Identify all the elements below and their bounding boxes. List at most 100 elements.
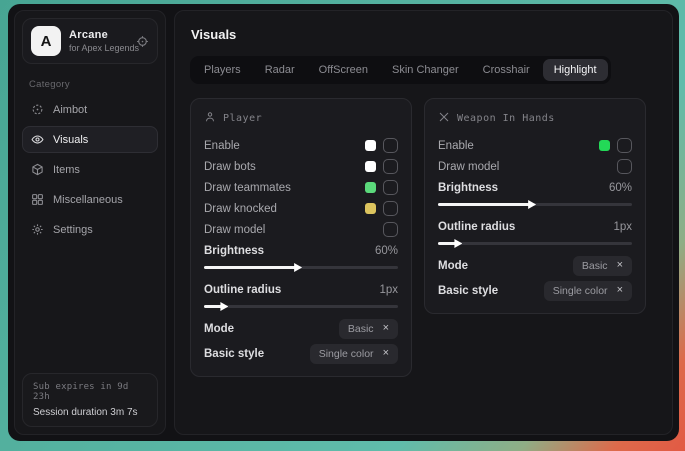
tab-players[interactable]: Players: [193, 59, 252, 81]
row-enable: Enable: [204, 135, 398, 156]
sidebar-item-label: Settings: [53, 224, 93, 236]
tag-single-color[interactable]: Single color×: [544, 281, 632, 301]
color-swatch[interactable]: [365, 203, 376, 214]
sidebar-item-settings[interactable]: Settings: [22, 216, 158, 243]
checkbox[interactable]: [383, 180, 398, 195]
checkbox[interactable]: [383, 222, 398, 237]
row-draw-model: Draw model: [204, 219, 398, 240]
setting-label: Draw bots: [204, 161, 256, 173]
remove-tag-icon[interactable]: ×: [617, 260, 623, 271]
row-brightness: Brightness 60%: [204, 240, 398, 261]
panel-player: Player Enable Draw bots Draw teammates Draw …: [190, 98, 412, 377]
color-swatch[interactable]: [365, 140, 376, 151]
slider-thumb[interactable]: [528, 200, 536, 209]
row-basic-style: Basic styleSingle color×: [204, 343, 398, 364]
app-logo: A: [31, 26, 61, 56]
checkbox[interactable]: [383, 138, 398, 153]
subscription-info-box: Sub expires in 9d 23h Session duration 3…: [22, 373, 158, 427]
slider-thumb[interactable]: [294, 263, 302, 272]
remove-tag-icon[interactable]: ×: [383, 323, 389, 334]
setting-label: Brightness: [438, 182, 498, 194]
slider-value: 1px: [613, 221, 632, 233]
tag-basic[interactable]: Basic ×: [339, 319, 398, 339]
tab-crosshair[interactable]: Crosshair: [472, 59, 541, 81]
tag-label: Basic: [348, 323, 374, 335]
row-outline-radius: Outline radius1px: [204, 279, 398, 300]
row-enable: Enable: [438, 135, 632, 156]
setting-label: Draw model: [438, 161, 499, 173]
target-icon[interactable]: [136, 35, 149, 48]
setting-label: Draw teammates: [204, 182, 291, 194]
sidebar: A Arcane for Apex Legends Category Aimbo…: [14, 10, 166, 435]
slider-fill: [204, 266, 297, 269]
sidebar-item-visuals[interactable]: Visuals: [22, 126, 158, 153]
toggle-controls: [365, 159, 398, 174]
setting-label: Mode: [438, 260, 468, 272]
setting-label: Outline radius: [438, 221, 515, 233]
session-duration-text: Session duration 3m 7s: [33, 407, 147, 418]
slider-outline-radius[interactable]: [438, 239, 632, 248]
row-draw-model: Draw model: [438, 156, 632, 177]
tab-offscreen[interactable]: OffScreen: [308, 59, 379, 81]
tab-bar: PlayersRadarOffScreenSkin ChangerCrossha…: [190, 56, 611, 84]
tag-single-color[interactable]: Single color×: [310, 344, 398, 364]
checkbox[interactable]: [617, 138, 632, 153]
checkbox[interactable]: [617, 159, 632, 174]
color-swatch[interactable]: [365, 161, 376, 172]
desktop-background: A Arcane for Apex Legends Category Aimbo…: [0, 0, 685, 451]
row-outline-radius: Outline radius 1px: [438, 216, 632, 237]
category-label: Category: [29, 79, 151, 90]
eye-icon: [31, 133, 44, 146]
slider-fill: [438, 203, 531, 206]
tag-label: Basic: [582, 260, 608, 272]
tab-skin-changer[interactable]: Skin Changer: [381, 59, 470, 81]
toggle-controls: [599, 138, 632, 153]
app-header: A Arcane for Apex Legends: [22, 18, 158, 64]
setting-label: Enable: [438, 140, 474, 152]
box-icon: [31, 163, 44, 176]
slider-brightness[interactable]: [204, 263, 398, 272]
checkbox[interactable]: [383, 159, 398, 174]
slider-value: 60%: [375, 245, 398, 257]
remove-tag-icon[interactable]: ×: [383, 348, 389, 359]
sidebar-item-label: Visuals: [53, 134, 88, 146]
panel-title: Weapon In Hands: [457, 113, 555, 124]
toggle-controls: [365, 180, 398, 195]
page-title: Visuals: [191, 27, 657, 42]
setting-label: Mode: [204, 323, 234, 335]
slider-track: [204, 305, 398, 308]
slider-thumb[interactable]: [220, 302, 228, 311]
toggle-controls: [617, 159, 632, 174]
tab-highlight[interactable]: Highlight: [543, 59, 608, 81]
sidebar-item-miscellaneous[interactable]: Miscellaneous: [22, 186, 158, 213]
app-header-text: Arcane for Apex Legends: [69, 29, 128, 53]
tab-radar[interactable]: Radar: [254, 59, 306, 81]
slider-thumb[interactable]: [454, 239, 462, 248]
setting-label: Basic style: [438, 285, 498, 297]
slider-brightness[interactable]: [438, 200, 632, 209]
checkbox[interactable]: [383, 201, 398, 216]
app-name: Arcane: [69, 29, 128, 41]
sidebar-item-items[interactable]: Items: [22, 156, 158, 183]
slider-value: 1px: [379, 284, 398, 296]
grid-icon: [31, 193, 44, 206]
app-subtitle: for Apex Legends: [69, 43, 128, 53]
panel-header: Player: [204, 111, 398, 126]
remove-tag-icon[interactable]: ×: [617, 285, 623, 296]
setting-label: Enable: [204, 140, 240, 152]
panel-weapon-in-hands: Weapon In Hands Enable Draw model Brightnes…: [424, 98, 646, 314]
row-brightness: Brightness60%: [438, 177, 632, 198]
setting-label: Brightness: [204, 245, 264, 257]
sub-expires-text: Sub expires in 9d 23h: [33, 382, 147, 402]
sidebar-item-label: Items: [53, 164, 80, 176]
color-swatch[interactable]: [599, 140, 610, 151]
color-swatch[interactable]: [365, 182, 376, 193]
row-draw-bots: Draw bots: [204, 156, 398, 177]
setting-label: Draw knocked: [204, 203, 277, 215]
row-basic-style: Basic style Single color×: [438, 280, 632, 301]
sidebar-item-label: Aimbot: [53, 104, 87, 116]
tag-basic[interactable]: Basic ×: [573, 256, 632, 276]
slider-outline-radius[interactable]: [204, 302, 398, 311]
sidebar-item-aimbot[interactable]: Aimbot: [22, 96, 158, 123]
sidebar-item-label: Miscellaneous: [53, 194, 123, 206]
